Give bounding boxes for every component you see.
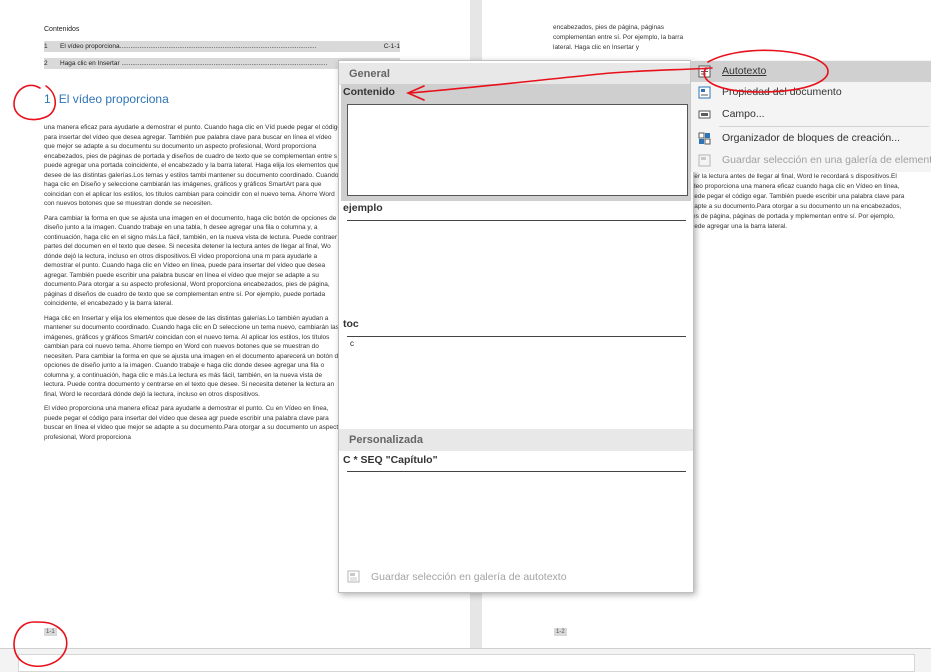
toc-entry-text: Haga clic en Insertar ..................… (60, 60, 328, 67)
body-text-right-top: encabezados, pies de página, páginas com… (553, 24, 684, 51)
paragraph: El vídeo proporciona una manera eficaz p… (44, 405, 342, 441)
toc-title: Contenidos (44, 26, 80, 33)
paragraph: Haga clic en Insertar y elija los elemen… (44, 314, 342, 398)
page-number-field: 1-2 (554, 628, 567, 636)
toc-entry-number: 2 (44, 60, 48, 67)
gallery-item-label: toc (343, 318, 359, 330)
document-property-icon (698, 86, 711, 99)
menu-item-label: Campo... (722, 108, 765, 120)
paragraph: Para cambiar la forma en que se ajusta u… (44, 214, 338, 308)
menu-item-label: Guardar selección en una galería de elem… (722, 154, 931, 166)
gallery-item-contenido[interactable] (347, 104, 688, 196)
gallery-item-ejemplo[interactable] (347, 221, 686, 313)
menu-item-campo[interactable]: Campo... (691, 104, 931, 125)
gallery-item-custom-seq[interactable] (347, 472, 686, 560)
autotext-gallery: General Contenido ejemplo toc c Personal… (338, 60, 694, 593)
autotext-icon (698, 65, 711, 78)
gallery-item-label: ejemplo (343, 202, 383, 214)
menu-item-guardar-seleccion[interactable]: Guardar selección en una galería de elem… (691, 150, 931, 171)
paragraph: una manera eficaz para ayudarle a demost… (44, 124, 342, 207)
menu-item-propiedad-documento[interactable]: Propiedad del documento (691, 82, 931, 103)
heading-text: El vídeo proporciona (58, 92, 169, 106)
gallery-section-custom: Personalizada (339, 429, 693, 451)
menu-item-organizador-bloques[interactable]: Organizador de bloques de creación... (691, 128, 931, 149)
gallery-item-label: Contenido (343, 86, 395, 98)
save-to-autotext-gallery-button[interactable]: Guardar selección en galería de autotext… (339, 566, 693, 588)
toc-entry-1[interactable]: 1 El vídeo proporciona..................… (44, 41, 400, 52)
building-blocks-organizer-icon (698, 132, 711, 145)
toc-entry-number: 1 (44, 43, 48, 50)
heading-1: 1 El vídeo proporciona (44, 92, 169, 106)
gallery-item-label: C * SEQ "Capítulo" (343, 454, 438, 466)
save-label: Guardar selección en galería de autotext… (371, 571, 567, 583)
gallery-section-general: General (339, 63, 693, 85)
quick-parts-menu: Autotexto Propiedad del documento Campo.… (690, 60, 931, 172)
heading-number: 1 (44, 92, 51, 106)
menu-item-label: Organizador de bloques de creación... (722, 132, 901, 144)
status-bar-field (18, 654, 915, 672)
menu-separator (719, 126, 929, 127)
toc-entry-text: El vídeo proporciona....................… (60, 43, 317, 50)
body-text-right: ener la lectura antes de llegar al final… (687, 173, 905, 230)
body-text-left: una manera eficaz para ayudarle a demost… (44, 123, 344, 447)
menu-item-autotexto[interactable]: Autotexto (691, 61, 931, 82)
menu-item-label: Propiedad del documento (722, 86, 842, 98)
page-number-field: 1-1 (44, 628, 57, 636)
gallery-item-toc[interactable]: c (347, 337, 686, 427)
field-icon (698, 110, 711, 119)
save-selection-icon (347, 570, 360, 583)
save-selection-icon (698, 154, 711, 167)
toc-entry-page: C-1-1 (383, 43, 400, 50)
menu-item-label: Autotexto (722, 65, 767, 77)
